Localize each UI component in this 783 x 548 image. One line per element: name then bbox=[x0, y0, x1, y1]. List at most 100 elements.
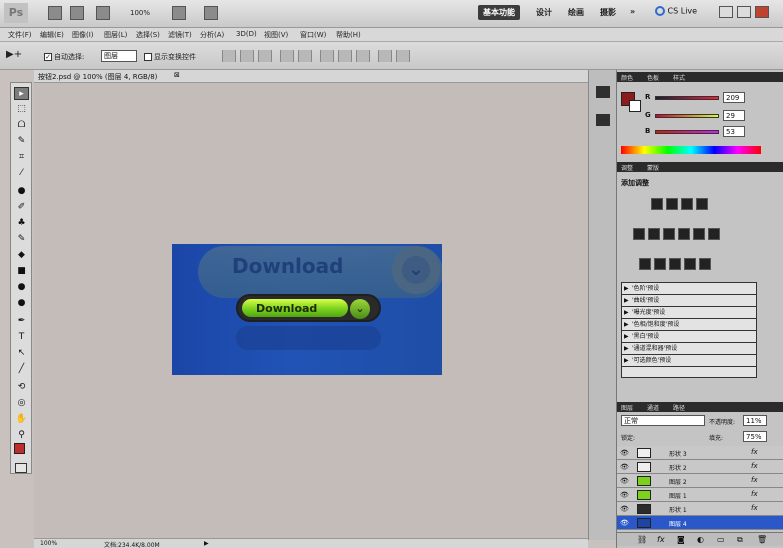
tab-masks[interactable]: 蒙版 bbox=[647, 163, 659, 172]
align-left-icon[interactable] bbox=[280, 50, 294, 62]
black-white-icon[interactable] bbox=[678, 228, 690, 240]
menu-3d[interactable]: 3D(D) bbox=[236, 30, 257, 38]
photo-filter-icon[interactable] bbox=[693, 228, 705, 240]
auto-select-option[interactable]: ✓ 自动选择: bbox=[44, 52, 84, 62]
maximize-button[interactable] bbox=[737, 6, 751, 18]
menu-select[interactable]: 选择(S) bbox=[136, 30, 160, 40]
tab-channels[interactable]: 通道 bbox=[647, 403, 659, 412]
slider-r[interactable]: R 209 bbox=[617, 92, 783, 106]
tab-color[interactable]: 颜色 bbox=[621, 73, 633, 82]
preset-hue-saturation[interactable]: '色相/饱和度'预设 bbox=[622, 319, 756, 331]
color-balance-icon[interactable] bbox=[663, 228, 675, 240]
slider-g[interactable]: G 29 bbox=[617, 110, 783, 124]
layer-row-selected[interactable]: 👁 图层 4 bbox=[617, 516, 783, 530]
quick-select-tool-icon[interactable]: ✎ bbox=[14, 135, 29, 148]
shape-tool-icon[interactable]: ╱ bbox=[14, 363, 29, 376]
tab-layers[interactable]: 图层 bbox=[621, 403, 633, 412]
layer-row[interactable]: 👁 形状 3 fx bbox=[617, 446, 783, 460]
layer-row[interactable]: 👁 形状 1 fx bbox=[617, 502, 783, 516]
menu-window[interactable]: 窗口(W) bbox=[300, 30, 326, 40]
crop-tool-icon[interactable]: ⌗ bbox=[14, 151, 29, 164]
new-group-icon[interactable]: ▭ bbox=[717, 535, 725, 544]
curves-icon[interactable] bbox=[681, 198, 693, 210]
auto-select-dropdown[interactable]: 图层 bbox=[101, 50, 137, 62]
show-transform-option[interactable]: 显示变换控件 bbox=[144, 52, 196, 62]
gradient-map-icon[interactable] bbox=[684, 258, 696, 270]
workspace-photography[interactable]: 摄影 bbox=[600, 7, 616, 18]
menu-file[interactable]: 文件(F) bbox=[8, 30, 32, 40]
move-tool-icon[interactable]: ▸ bbox=[14, 87, 29, 100]
link-layers-icon[interactable]: ⛓ bbox=[637, 535, 647, 544]
adjustment-layer-icon[interactable]: ◐ bbox=[697, 535, 704, 544]
path-select-tool-icon[interactable]: ↖ bbox=[14, 347, 29, 360]
workspace-more[interactable]: » bbox=[630, 7, 635, 16]
layer-row[interactable]: 👁 图层 1 fx bbox=[617, 488, 783, 502]
menu-analysis[interactable]: 分析(A) bbox=[200, 30, 224, 40]
fill-field[interactable]: 75% bbox=[743, 431, 767, 442]
foreground-color-swatch[interactable] bbox=[14, 443, 25, 454]
eye-icon[interactable]: 👁 bbox=[620, 505, 629, 513]
add-mask-icon[interactable]: ◙ bbox=[677, 535, 685, 544]
3d-orbit-tool-icon[interactable]: ◎ bbox=[14, 397, 29, 410]
eye-icon[interactable]: 👁 bbox=[620, 491, 629, 499]
lasso-tool-icon[interactable]: ᗝ bbox=[14, 119, 29, 132]
menu-layer[interactable]: 图层(L) bbox=[104, 30, 127, 40]
levels-icon[interactable] bbox=[666, 198, 678, 210]
hand-tool-icon[interactable]: ✋ bbox=[14, 413, 29, 426]
healing-brush-tool-icon[interactable]: ● bbox=[14, 185, 29, 198]
zoom-tool-icon[interactable]: ⚲ bbox=[14, 429, 29, 442]
actions-panel-icon[interactable] bbox=[596, 114, 610, 126]
brush-tool-icon[interactable]: ✐ bbox=[14, 201, 29, 214]
exposure-icon[interactable] bbox=[696, 198, 708, 210]
threshold-icon[interactable] bbox=[669, 258, 681, 270]
slider-b[interactable]: B 53 bbox=[617, 126, 783, 140]
eye-icon[interactable]: 👁 bbox=[620, 463, 629, 471]
align-hcenter-icon[interactable] bbox=[298, 50, 312, 62]
history-brush-tool-icon[interactable]: ✎ bbox=[14, 233, 29, 246]
eye-icon[interactable]: 👁 bbox=[620, 519, 629, 527]
minibridge-icon[interactable] bbox=[70, 6, 84, 20]
status-zoom[interactable]: 100% bbox=[40, 540, 57, 547]
distribute-vcenter-icon[interactable] bbox=[338, 50, 352, 62]
screen-mode-icon[interactable] bbox=[204, 6, 218, 20]
preset-black-white[interactable]: '黑白'预设 bbox=[622, 331, 756, 343]
status-menu-arrow-icon[interactable]: ▶ bbox=[204, 540, 209, 547]
layer-row[interactable]: 👁 形状 2 fx bbox=[617, 460, 783, 474]
brightness-icon[interactable] bbox=[651, 198, 663, 210]
preset-selective-color[interactable]: '可选颜色'预设 bbox=[622, 355, 756, 367]
gradient-tool-icon[interactable]: ■ bbox=[14, 265, 29, 278]
history-panel-icon[interactable] bbox=[596, 86, 610, 98]
tab-swatches[interactable]: 色板 bbox=[647, 73, 659, 82]
workspace-essentials[interactable]: 基本功能 bbox=[478, 5, 520, 20]
align-vcenter-icon[interactable] bbox=[240, 50, 254, 62]
distribute-top-icon[interactable] bbox=[320, 50, 334, 62]
cslive-button[interactable]: CS Live bbox=[655, 6, 697, 16]
canvas-artwork[interactable]: Download ⌄ Download ⌄ bbox=[172, 244, 442, 375]
bridge-icon[interactable] bbox=[48, 6, 62, 20]
tab-paths[interactable]: 路径 bbox=[673, 403, 685, 412]
distribute-left-icon[interactable] bbox=[378, 50, 392, 62]
eye-icon[interactable]: 👁 bbox=[620, 477, 629, 485]
channel-mixer-icon[interactable] bbox=[708, 228, 720, 240]
fx-icon[interactable]: fx bbox=[657, 535, 665, 544]
align-bottom-icon[interactable] bbox=[258, 50, 272, 62]
vibrance-icon[interactable] bbox=[633, 228, 645, 240]
new-layer-icon[interactable]: ⧉ bbox=[737, 535, 743, 545]
move-tool-preset-icon[interactable]: ▶+ bbox=[6, 49, 22, 60]
distribute-bottom-icon[interactable] bbox=[356, 50, 370, 62]
tab-adjustments[interactable]: 调整 bbox=[621, 163, 633, 172]
menu-view[interactable]: 视图(V) bbox=[264, 30, 288, 40]
document-tab[interactable]: 按钮2.psd @ 100% (图层 4, RGB/8) ⊠ bbox=[34, 70, 588, 83]
marquee-tool-icon[interactable]: ⬚ bbox=[14, 103, 29, 116]
close-button[interactable] bbox=[755, 6, 769, 18]
selective-color-icon[interactable] bbox=[699, 258, 711, 270]
show-transform-checkbox[interactable] bbox=[144, 53, 152, 61]
invert-icon[interactable] bbox=[639, 258, 651, 270]
tab-styles[interactable]: 样式 bbox=[673, 73, 685, 82]
posterize-icon[interactable] bbox=[654, 258, 666, 270]
distribute-right-icon[interactable] bbox=[396, 50, 410, 62]
menu-filter[interactable]: 滤镜(T) bbox=[168, 30, 192, 40]
preset-channel-mixer[interactable]: '通道混和器'预设 bbox=[622, 343, 756, 355]
blend-mode-select[interactable]: 正常 bbox=[621, 415, 705, 426]
minimize-button[interactable] bbox=[719, 6, 733, 18]
